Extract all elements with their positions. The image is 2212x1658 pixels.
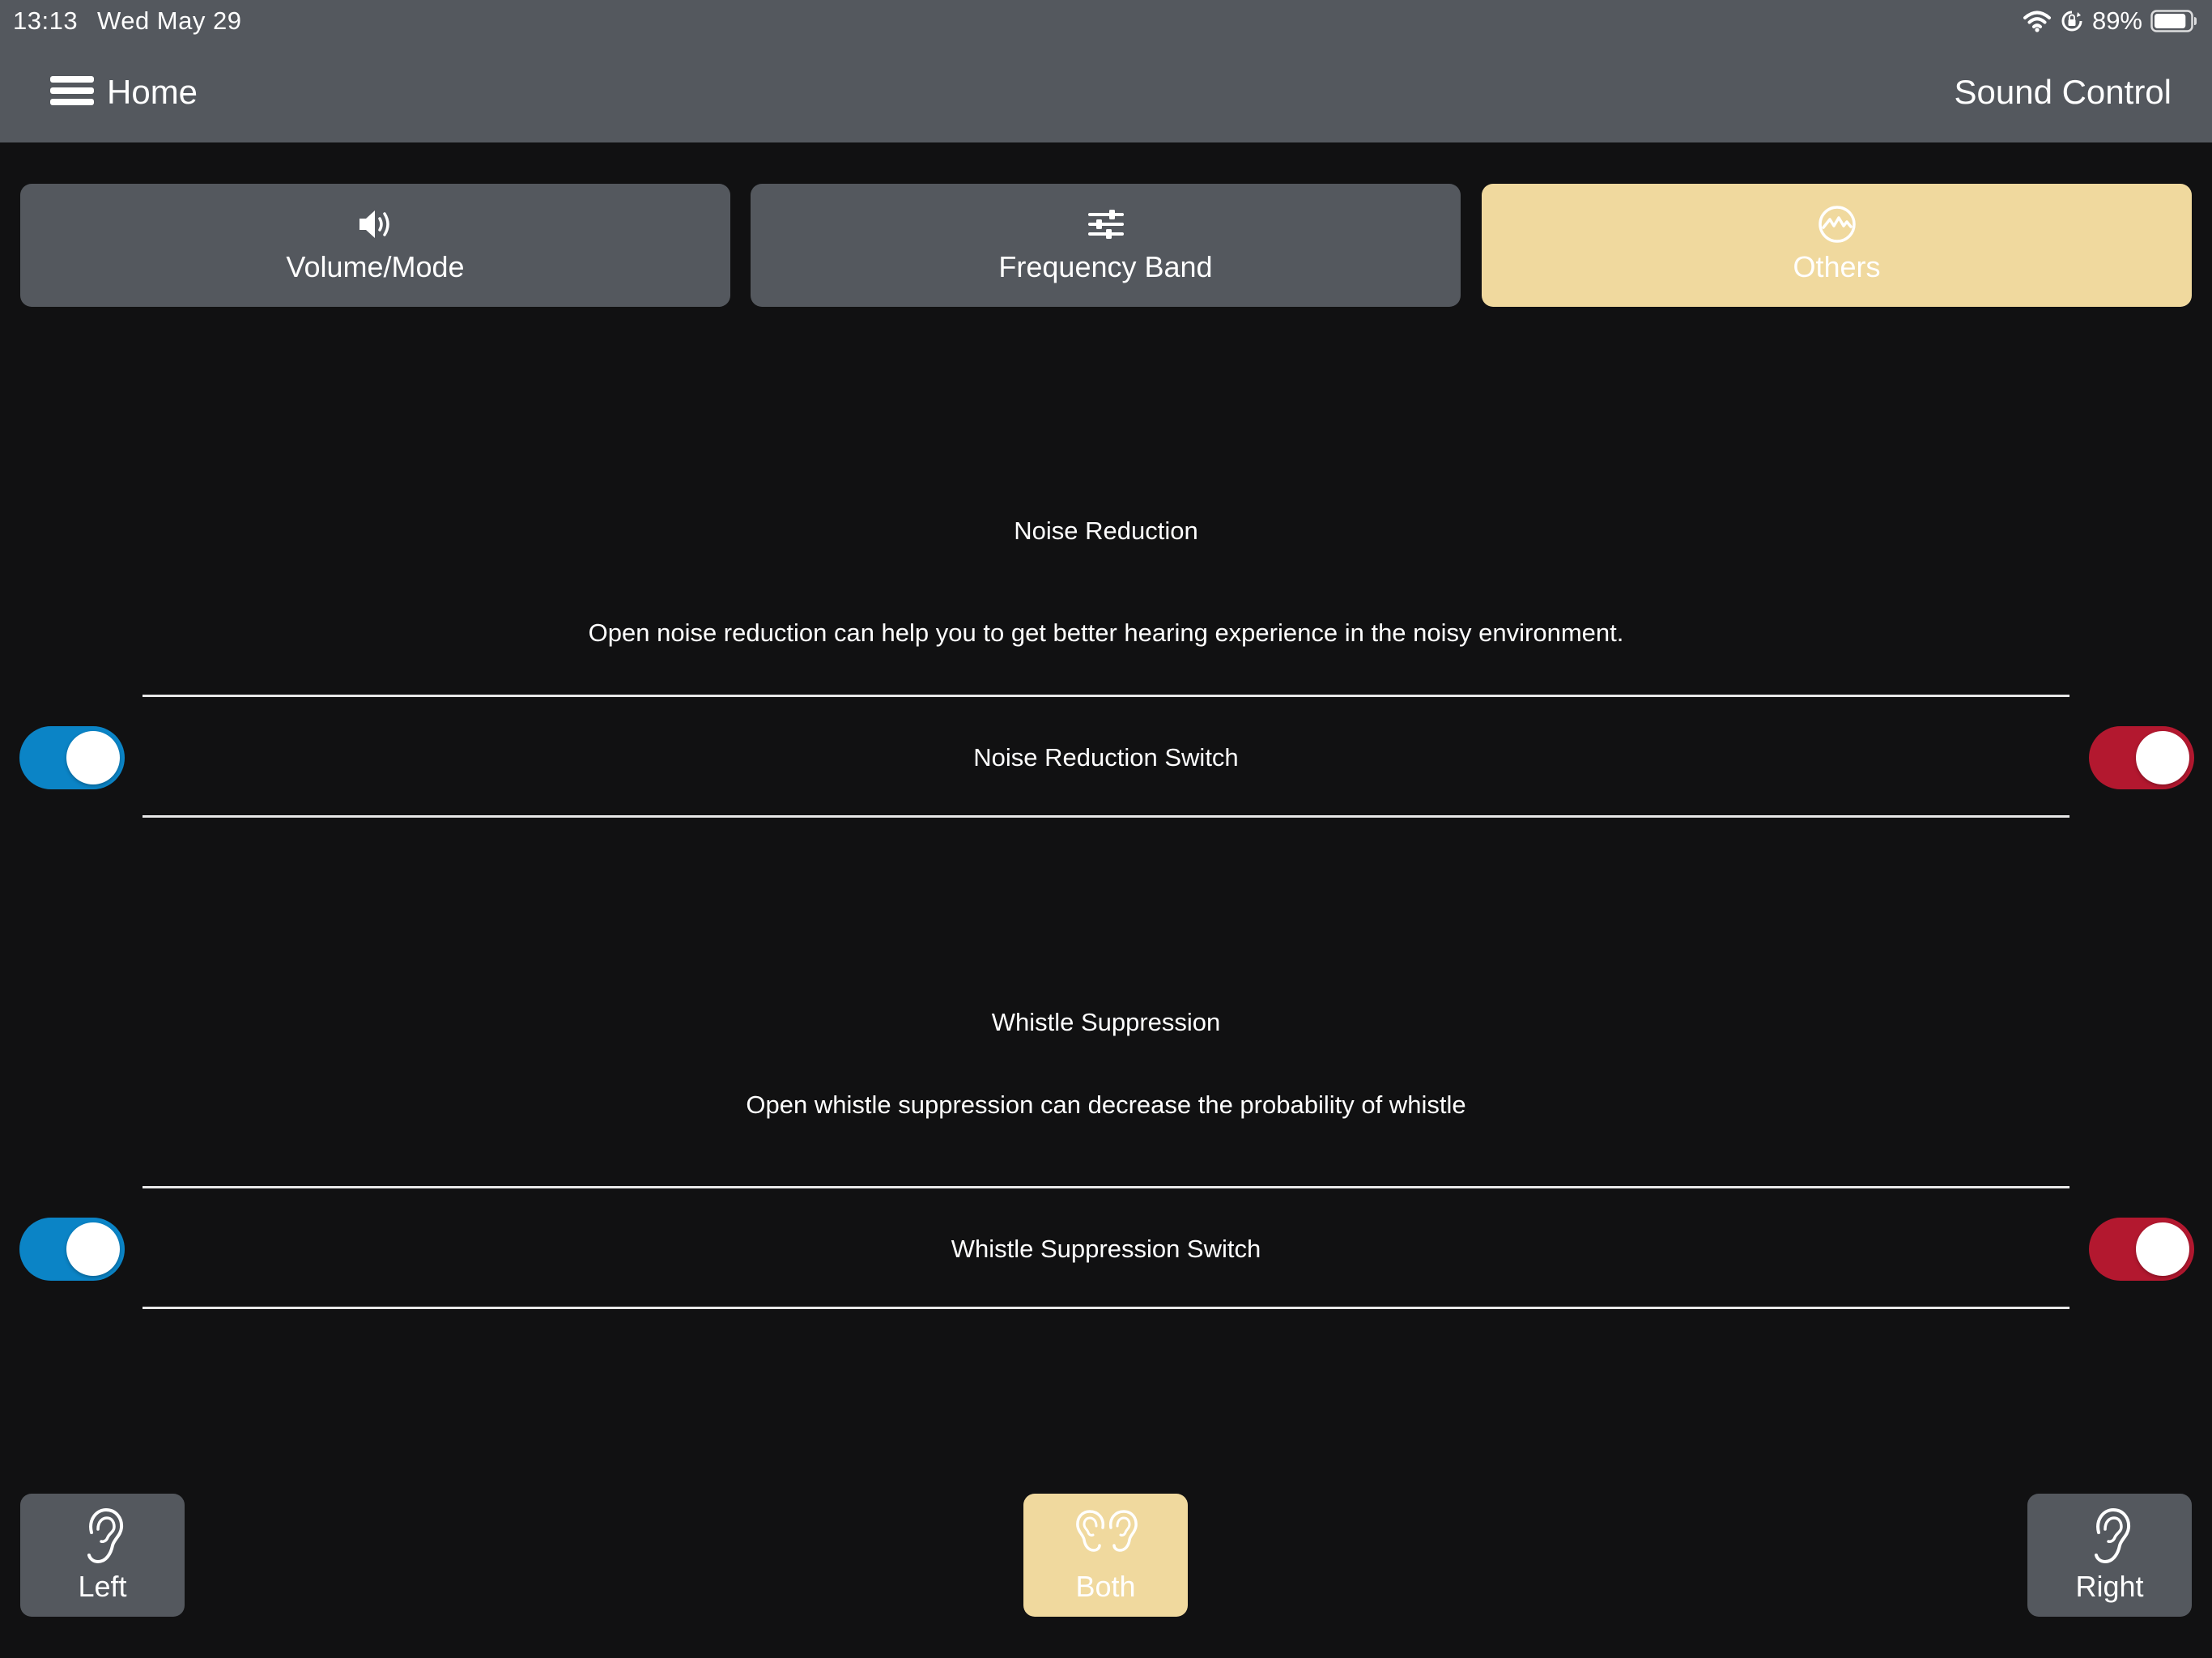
right-ear-icon: [2084, 1505, 2136, 1571]
both-ears-icon: [1074, 1505, 1138, 1571]
noise-reduction-title: Noise Reduction: [1014, 517, 1198, 545]
divider: [143, 695, 2069, 697]
tab-label: Others: [1793, 250, 1881, 283]
whistle-suppression-description: Open whistle suppression can decrease th…: [746, 1090, 1466, 1119]
divider: [143, 1307, 2069, 1309]
toggle-knob: [2136, 731, 2189, 784]
right-ear-button[interactable]: Right: [2027, 1494, 2192, 1617]
ear-button-label: Left: [78, 1570, 127, 1603]
battery-icon: [2150, 9, 2197, 33]
hamburger-menu-icon: [49, 74, 96, 111]
tab-frequency-band[interactable]: Frequency Band: [751, 184, 1461, 307]
status-date: Wed May 29: [97, 6, 242, 35]
left-ear-button[interactable]: Left: [20, 1494, 185, 1617]
top-bar: 13:13 Wed May 29 89% Home Sound Control: [0, 0, 2212, 142]
divider: [143, 815, 2069, 818]
wifi-icon: [2023, 9, 2052, 33]
ear-button-label: Right: [2075, 1570, 2144, 1603]
status-time: 13:13: [13, 6, 79, 35]
battery-percentage: 89%: [2091, 6, 2142, 35]
tab-others[interactable]: Others: [1482, 184, 2192, 307]
page-title: Sound Control: [1954, 73, 2172, 111]
toggle-knob: [2136, 1222, 2189, 1276]
whistle-suppression-right-toggle[interactable]: [2089, 1218, 2194, 1281]
whistle-suppression-title: Whistle Suppression: [991, 1008, 1221, 1036]
tab-label: Frequency Band: [998, 250, 1213, 283]
sliders-icon: [1085, 203, 1127, 245]
ear-button-label: Both: [1075, 1570, 1136, 1603]
speaker-icon: [355, 203, 397, 245]
whistle-suppression-switch-label: Whistle Suppression Switch: [951, 1235, 1261, 1263]
waveform-circle-icon: [1816, 203, 1858, 245]
tab-label: Volume/Mode: [286, 250, 465, 283]
home-label: Home: [107, 73, 198, 111]
both-ears-button[interactable]: Both: [1023, 1494, 1188, 1617]
divider: [143, 1186, 2069, 1188]
noise-reduction-switch-label: Noise Reduction Switch: [973, 743, 1239, 772]
noise-reduction-right-toggle[interactable]: [2089, 726, 2194, 789]
tab-volume-mode[interactable]: Volume/Mode: [20, 184, 730, 307]
status-indicators: 89%: [2023, 5, 2197, 37]
menu-button[interactable]: Home: [49, 70, 198, 115]
orientation-lock-icon: [2060, 9, 2084, 33]
noise-reduction-description: Open noise reduction can help you to get…: [588, 619, 1624, 647]
left-ear-icon: [77, 1505, 129, 1571]
